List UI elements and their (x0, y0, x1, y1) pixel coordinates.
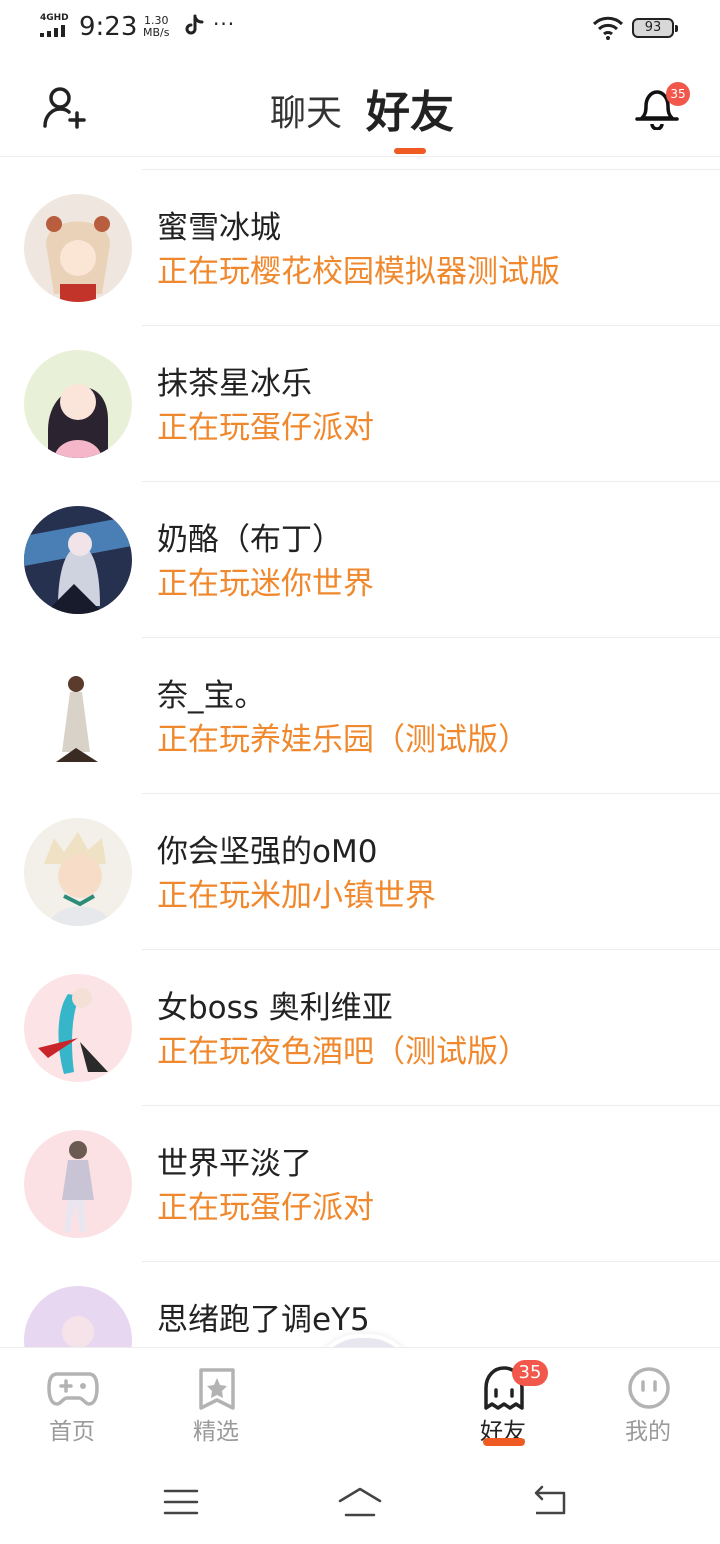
avatar-image (24, 1286, 132, 1347)
avatar-image (24, 350, 132, 458)
avatar[interactable] (24, 506, 132, 614)
nav-label: 首页 (49, 1419, 95, 1445)
speed-unit: MB/s (143, 26, 170, 39)
friend-status: 正在玩樱花校园模拟器测试版 (157, 254, 560, 290)
friend-name: 女boss 奥利维亚 (157, 990, 393, 1026)
nav-home[interactable]: 首页 (22, 1348, 122, 1458)
tab-chat[interactable]: 聊天 (270, 84, 342, 136)
friend-name: 思绪跑了调eY5 (157, 1302, 370, 1338)
nav-friends[interactable]: 35 好友 (453, 1348, 553, 1458)
nav-featured[interactable]: 精选 (166, 1348, 266, 1458)
avatar-image (24, 974, 132, 1082)
avatar-image (24, 818, 132, 926)
network-speed: 1.30 MB/s (143, 15, 169, 39)
friend-name: 世界平淡了 (157, 1146, 312, 1182)
header-tabs: 聊天 好友 (0, 76, 720, 138)
friend-name: 奈_宝。 (157, 678, 266, 714)
active-tab-indicator (394, 148, 426, 154)
back-icon[interactable] (530, 1485, 570, 1519)
avatar[interactable] (24, 662, 132, 770)
smiley-icon (628, 1367, 670, 1409)
list-item[interactable]: 奈_宝。 正在玩养娃乐园（测试版） (0, 638, 720, 794)
friend-name: 抹茶星冰乐 (157, 366, 312, 402)
avatar[interactable] (24, 974, 132, 1082)
friend-status: 正在玩蛋仔派对 (157, 410, 374, 446)
star-bookmark-icon (199, 1368, 235, 1410)
friend-status: 正在玩养娃乐园（测试版） (157, 722, 529, 758)
nav-label: 我的 (625, 1419, 671, 1445)
nav-mine[interactable]: 我的 (598, 1348, 698, 1458)
friend-status: 正在玩夜色酒吧（测试版） (157, 1034, 529, 1070)
bottom-navigation: 首页 精选 35 好友 我的 (0, 1347, 720, 1458)
list-item[interactable]: 蜜雪冰城 正在玩樱花校园模拟器测试版 (0, 170, 720, 326)
list-item[interactable]: 奶酪（布丁） 正在玩迷你世界 (0, 482, 720, 638)
menu-icon[interactable] (161, 1485, 201, 1519)
list-item[interactable]: 抹茶星冰乐 正在玩蛋仔派对 (0, 326, 720, 482)
friend-name: 奶酪（布丁） (157, 522, 343, 558)
friend-status: 正在玩米加小镇世界 (157, 878, 436, 914)
home-icon[interactable] (336, 1485, 384, 1519)
friend-name: 蜜雪冰城 (157, 210, 281, 246)
battery-icon: 93 (632, 18, 678, 38)
friend-status: 正在玩迷你世界 (157, 566, 374, 602)
system-navigation-bar (0, 1457, 720, 1544)
more-notifications-icon: ··· (213, 12, 236, 36)
list-item[interactable]: 世界平淡了 正在玩蛋仔派对 (0, 1106, 720, 1262)
friends-badge: 35 (512, 1360, 548, 1386)
active-nav-indicator (483, 1438, 525, 1446)
wifi-icon (592, 16, 624, 40)
avatar[interactable] (24, 1130, 132, 1238)
avatar[interactable] (24, 194, 132, 302)
battery-level: 93 (644, 20, 662, 35)
avatar-image (24, 194, 132, 302)
gamepad-icon (47, 1372, 99, 1406)
nav-label: 精选 (193, 1419, 239, 1445)
avatar-image (24, 1130, 132, 1238)
network-type: 4GHD (40, 13, 69, 23)
avatar-image (24, 662, 132, 770)
friend-status: 正在玩蛋仔派对 (157, 1190, 374, 1226)
top-header: 聊天 好友 35 (0, 58, 720, 157)
tab-friends[interactable]: 好友 (366, 76, 454, 140)
friend-name: 你会坚强的oM0 (157, 834, 378, 870)
list-item[interactable]: 女boss 奥利维亚 正在玩夜色酒吧（测试版） (0, 950, 720, 1106)
status-bar: 4GHD 9:23 1.30 MB/s ··· 93 (0, 0, 720, 58)
avatar[interactable] (24, 1286, 132, 1347)
signal-bars-icon (40, 25, 70, 37)
friend-list[interactable]: 蜜雪冰城 正在玩樱花校园模拟器测试版 抹茶星冰乐 正在玩蛋仔派对 奶酪（布丁） … (0, 157, 720, 1347)
avatar[interactable] (24, 818, 132, 926)
avatar[interactable] (24, 350, 132, 458)
clock: 9:23 (79, 12, 138, 42)
tiktok-icon (185, 14, 204, 35)
list-item[interactable]: 你会坚强的oM0 正在玩米加小镇世界 (0, 794, 720, 950)
avatar-image (24, 506, 132, 614)
notification-badge: 35 (666, 82, 690, 106)
